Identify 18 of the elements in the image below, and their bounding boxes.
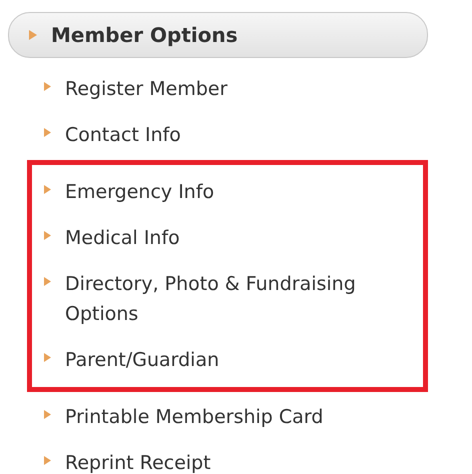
triangle-icon xyxy=(44,82,51,91)
menu-link[interactable]: Printable Membership Card xyxy=(65,402,324,432)
triangle-icon xyxy=(44,231,51,240)
menu-link[interactable]: Register Member xyxy=(65,74,228,104)
menu-link[interactable]: Directory, Photo & Fundraising Options xyxy=(65,269,405,329)
triangle-icon xyxy=(44,456,51,465)
menu-link[interactable]: Parent/Guardian xyxy=(65,345,220,375)
triangle-icon xyxy=(44,353,51,362)
triangle-icon xyxy=(44,410,51,419)
menu-link[interactable]: Reprint Receipt xyxy=(65,448,211,474)
triangle-icon xyxy=(44,277,51,286)
menu-link[interactable]: Contact Info xyxy=(65,120,181,150)
triangle-icon xyxy=(29,30,37,40)
triangle-icon xyxy=(44,128,51,137)
triangle-icon xyxy=(44,185,51,194)
menu-link[interactable]: Emergency Info xyxy=(65,177,214,207)
menu-link[interactable]: Medical Info xyxy=(65,223,180,253)
menu-header[interactable]: Member Options xyxy=(8,12,428,58)
